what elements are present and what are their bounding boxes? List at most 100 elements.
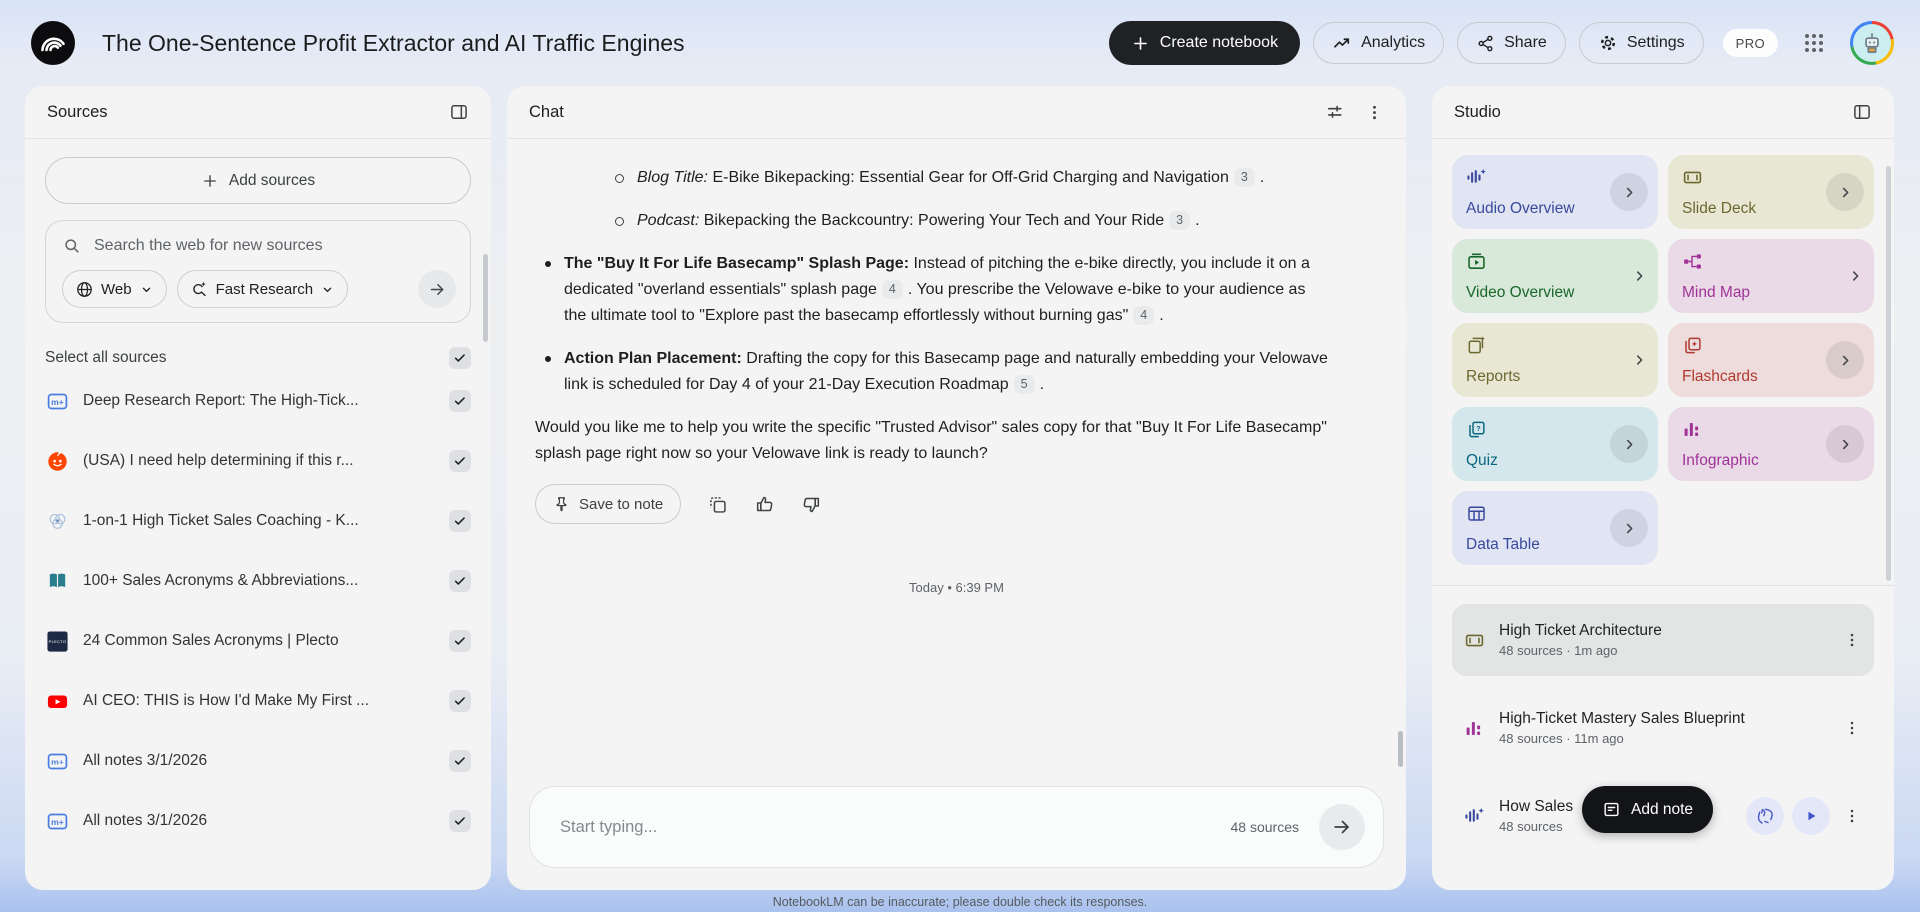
citation-chip[interactable]: 4 xyxy=(881,280,903,299)
studio-tile-label: Video Overview xyxy=(1466,284,1575,301)
chevron-right-icon[interactable] xyxy=(1847,268,1864,285)
apps-grid-icon[interactable] xyxy=(1799,28,1829,58)
create-notebook-button[interactable]: Create notebook xyxy=(1108,21,1301,65)
settings-button[interactable]: Settings xyxy=(1578,22,1704,64)
studio-tile-label: Mind Map xyxy=(1682,284,1751,301)
chevron-right-icon[interactable] xyxy=(1826,341,1864,379)
source-checkbox[interactable] xyxy=(449,810,471,832)
source-checkbox[interactable] xyxy=(449,570,471,592)
research-mode-dropdown[interactable]: Fast Research xyxy=(176,270,349,308)
collapse-sources-panel-icon[interactable] xyxy=(449,102,469,122)
studio-scrollbar[interactable] xyxy=(1886,166,1891,581)
add-note-button[interactable]: Add note xyxy=(1582,786,1714,833)
thumbs-down-icon[interactable] xyxy=(801,494,822,515)
studio-artifact-card[interactable]: High-Ticket Mastery Sales Blueprint 48 so… xyxy=(1452,692,1874,764)
select-all-checkbox[interactable] xyxy=(449,347,471,369)
source-checkbox[interactable] xyxy=(449,690,471,712)
chat-scrollbar[interactable] xyxy=(1398,731,1403,767)
studio-tile-slide-deck[interactable]: Slide Deck xyxy=(1668,155,1874,229)
citation-chip[interactable]: 4 xyxy=(1133,306,1155,325)
notebook-title[interactable]: The One-Sentence Profit Extractor and AI… xyxy=(102,30,685,57)
message-bullet: The "Buy It For Life Basecamp" Splash Pa… xyxy=(535,251,1330,329)
studio-tile-reports[interactable]: Reports xyxy=(1452,323,1658,397)
search-input[interactable]: Search the web for new sources xyxy=(62,236,456,256)
chevron-right-icon[interactable] xyxy=(1610,173,1648,211)
header-actions: Create notebook Analytics Share Settings… xyxy=(1108,21,1894,65)
thumbs-up-icon[interactable] xyxy=(754,494,775,515)
source-list-item[interactable]: (USA) I need help determining if this r.… xyxy=(25,431,491,491)
share-label: Share xyxy=(1504,34,1547,51)
citation-chip[interactable]: 5 xyxy=(1013,375,1035,394)
notebooklm-logo-icon[interactable] xyxy=(30,20,76,66)
studio-tile-infographic[interactable]: Infographic xyxy=(1668,407,1874,481)
artifact-more-menu-icon[interactable] xyxy=(1838,621,1866,659)
user-avatar[interactable] xyxy=(1850,21,1894,65)
artifact-meta: 48 sources · 11m ago xyxy=(1499,731,1624,746)
chevron-right-icon[interactable] xyxy=(1631,352,1648,369)
chevron-right-icon[interactable] xyxy=(1826,173,1864,211)
analytics-button[interactable]: Analytics xyxy=(1313,22,1445,64)
studio-tile-quiz[interactable]: ? Quiz xyxy=(1452,407,1658,481)
studio-tile-mind-map[interactable]: Mind Map xyxy=(1668,239,1874,313)
play-button[interactable] xyxy=(1792,797,1830,835)
trending-up-icon xyxy=(1332,33,1352,53)
studio-tile-video-overview[interactable]: Video Overview xyxy=(1452,239,1658,313)
sources-scrollbar[interactable] xyxy=(483,254,488,342)
chat-panel: Chat Blog Title: E-Bike Bikepacking: Ess… xyxy=(507,86,1406,890)
studio-artifact-card[interactable]: High Ticket Architecture 48 sources · 1m … xyxy=(1452,604,1874,676)
send-button[interactable] xyxy=(1319,804,1365,850)
source-list-item[interactable]: AI CEO: THIS is How I'd Make My First ..… xyxy=(25,671,491,731)
artifact-title: High-Ticket Mastery Sales Blueprint xyxy=(1499,710,1745,727)
chevron-right-icon[interactable] xyxy=(1631,268,1648,285)
chat-input[interactable]: Start typing... 48 sources xyxy=(529,786,1384,868)
source-title: AI CEO: THIS is How I'd Make My First ..… xyxy=(83,692,370,709)
source-list-item[interactable]: m+ All notes 3/1/2026 xyxy=(25,791,491,851)
chevron-right-icon[interactable] xyxy=(1826,425,1864,463)
source-checkbox[interactable] xyxy=(449,750,471,772)
arrow-right-icon xyxy=(428,280,447,299)
waveform-sparkle-icon xyxy=(1464,806,1485,827)
chat-input-placeholder: Start typing... xyxy=(560,817,658,836)
studio-tile-audio-overview[interactable]: Audio Overview xyxy=(1452,155,1658,229)
share-button[interactable]: Share xyxy=(1457,22,1566,64)
message-paragraph: Would you like me to help you write the … xyxy=(535,419,1327,462)
note-icon xyxy=(1602,800,1621,819)
chevron-right-icon[interactable] xyxy=(1610,425,1648,463)
svg-text:PLECTO: PLECTO xyxy=(48,639,66,644)
report-icon xyxy=(1466,335,1487,356)
search-submit-button[interactable] xyxy=(418,270,456,308)
flashcards-icon xyxy=(1682,335,1703,356)
chat-settings-icon[interactable] xyxy=(1325,102,1345,122)
source-list-item[interactable]: m+ Deep Research Report: The High-Tick... xyxy=(25,371,491,431)
source-checkbox[interactable] xyxy=(449,450,471,472)
artifact-more-menu-icon[interactable] xyxy=(1838,709,1866,747)
collapse-studio-panel-icon[interactable] xyxy=(1852,102,1872,122)
source-list-item[interactable]: m+ All notes 3/1/2026 xyxy=(25,731,491,791)
chat-more-menu-icon[interactable] xyxy=(1365,103,1384,122)
add-sources-button[interactable]: Add sources xyxy=(45,157,471,204)
web-filter-dropdown[interactable]: Web xyxy=(62,270,167,308)
citation-chip[interactable]: 3 xyxy=(1169,211,1191,230)
doc-markdown-icon: m+ xyxy=(45,809,69,833)
source-checkbox[interactable] xyxy=(449,510,471,532)
citation-chip[interactable]: 3 xyxy=(1233,168,1255,187)
save-to-note-label: Save to note xyxy=(579,495,664,513)
artifact-more-menu-icon[interactable] xyxy=(1838,797,1866,835)
search-filters: Web Fast Research xyxy=(62,270,456,308)
source-list-item[interactable]: 100+ Sales Acronyms & Abbreviations... xyxy=(25,551,491,611)
studio-tile-data-table[interactable]: Data Table xyxy=(1452,491,1658,565)
chat-panel-title: Chat xyxy=(529,102,564,121)
interactive-mode-button[interactable] xyxy=(1746,797,1784,835)
chevron-down-icon xyxy=(320,282,335,297)
waveform-sparkle-icon xyxy=(1466,167,1487,188)
chevron-right-icon[interactable] xyxy=(1610,509,1648,547)
source-list-item[interactable]: 1-on-1 High Ticket Sales Coaching - K... xyxy=(25,491,491,551)
studio-tile-flashcards[interactable]: Flashcards xyxy=(1668,323,1874,397)
copy-icon[interactable] xyxy=(707,494,728,515)
source-checkbox[interactable] xyxy=(449,630,471,652)
source-list-item[interactable]: PLECTO 24 Common Sales Acronyms | Plecto xyxy=(25,611,491,671)
plecto-icon: PLECTO xyxy=(45,629,69,653)
source-checkbox[interactable] xyxy=(449,390,471,412)
save-to-note-button[interactable]: Save to note xyxy=(535,484,682,524)
slide-icon xyxy=(1464,630,1485,651)
